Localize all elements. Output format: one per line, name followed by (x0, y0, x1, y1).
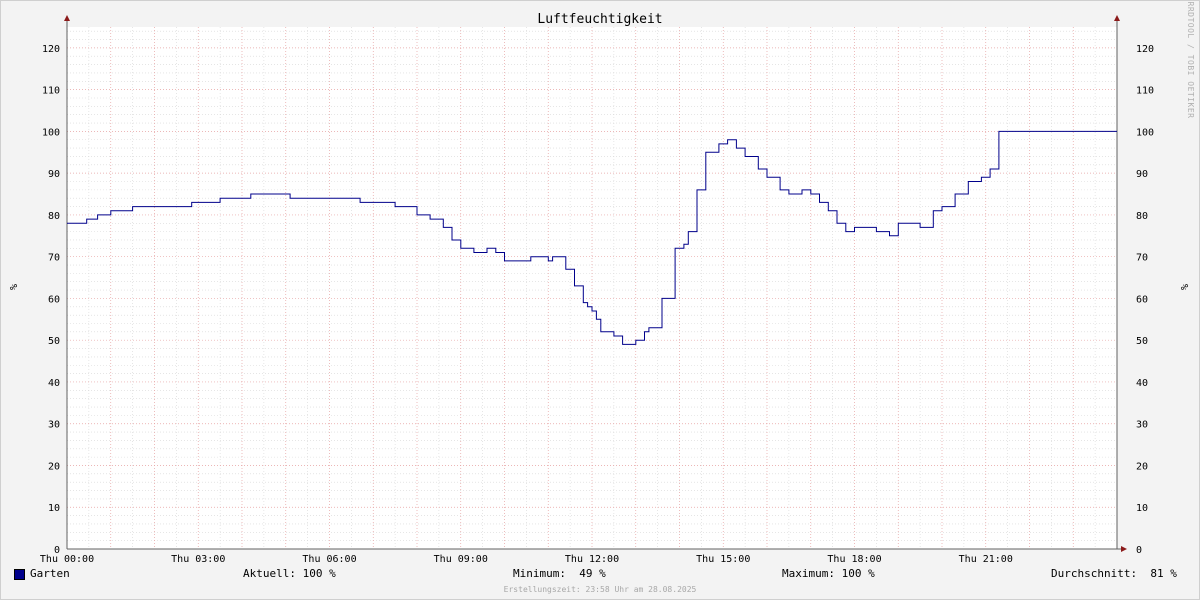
y-tick-label-left: 80 (48, 211, 60, 222)
y-tick-label-left: 40 (48, 378, 60, 389)
y-tick-label-right: 50 (1136, 336, 1148, 347)
y-tick-label-left: 20 (48, 461, 60, 472)
y-tick-label-right: 40 (1136, 378, 1148, 389)
legend-average: Durchschnitt: 81 % (1051, 567, 1177, 580)
x-axis-arrow (1121, 546, 1127, 552)
y-tick-label-right: 60 (1136, 294, 1148, 305)
y-axis-unit-left: % (7, 284, 18, 290)
legend: Garten Aktuell: 100 % Minimum: 49 % Maxi… (14, 567, 1186, 583)
y-tick-label-right: 70 (1136, 253, 1148, 264)
y-tick-label-left: 50 (48, 336, 60, 347)
y-tick-label-left: 60 (48, 294, 60, 305)
legend-current: Aktuell: 100 % (243, 567, 336, 580)
watermark: RRDTOOL / TOBI OETIKER (1186, 2, 1195, 119)
y-tick-label-left: 100 (42, 127, 60, 138)
y-tick-label-left: 10 (48, 503, 60, 514)
x-tick-label: Thu 12:00 (565, 554, 619, 565)
y-tick-label-right: 110 (1136, 86, 1154, 97)
y-tick-label-right: 20 (1136, 461, 1148, 472)
y-axis-unit-right: % (1178, 284, 1189, 290)
y-tick-label-left: 90 (48, 169, 60, 180)
legend-series-name: Garten (30, 567, 70, 580)
y-tick-label-left: 70 (48, 253, 60, 264)
y-tick-label-right: 30 (1136, 420, 1148, 431)
grid (67, 27, 1117, 549)
y-tick-label-left: 120 (42, 44, 60, 55)
chart-canvas: Luftfeuchtigkeit % % RRDTOOL / TOBI OETI… (7, 2, 1195, 565)
y-tick-label-right: 120 (1136, 44, 1154, 55)
x-tick-label: Thu 03:00 (171, 554, 225, 565)
creation-time: Erstellungszeit: 23:58 Uhr am 28.08.2025 (503, 585, 697, 594)
x-tick-label: Thu 18:00 (827, 554, 881, 565)
legend-swatch (14, 569, 25, 580)
y-tick-label-right: 80 (1136, 211, 1148, 222)
x-tick-label: Thu 15:00 (696, 554, 750, 565)
chart-title: Luftfeuchtigkeit (537, 12, 662, 27)
x-tick-label: Thu 21:00 (959, 554, 1013, 565)
y-axis-arrow-left (64, 15, 70, 21)
legend-maximum: Maximum: 100 % (782, 567, 875, 580)
y-axis-arrow-right (1114, 15, 1120, 21)
y-tick-label-left: 30 (48, 420, 60, 431)
y-tick-label-right: 100 (1136, 127, 1154, 138)
x-tick-label: Thu 00:00 (40, 554, 94, 565)
legend-minimum: Minimum: 49 % (513, 567, 606, 580)
x-tick-label: Thu 09:00 (434, 554, 488, 565)
y-tick-label-left: 110 (42, 86, 60, 97)
y-tick-label-right: 0 (1136, 545, 1142, 556)
x-tick-label: Thu 06:00 (302, 554, 356, 565)
y-tick-label-right: 10 (1136, 503, 1148, 514)
y-tick-label-right: 90 (1136, 169, 1148, 180)
